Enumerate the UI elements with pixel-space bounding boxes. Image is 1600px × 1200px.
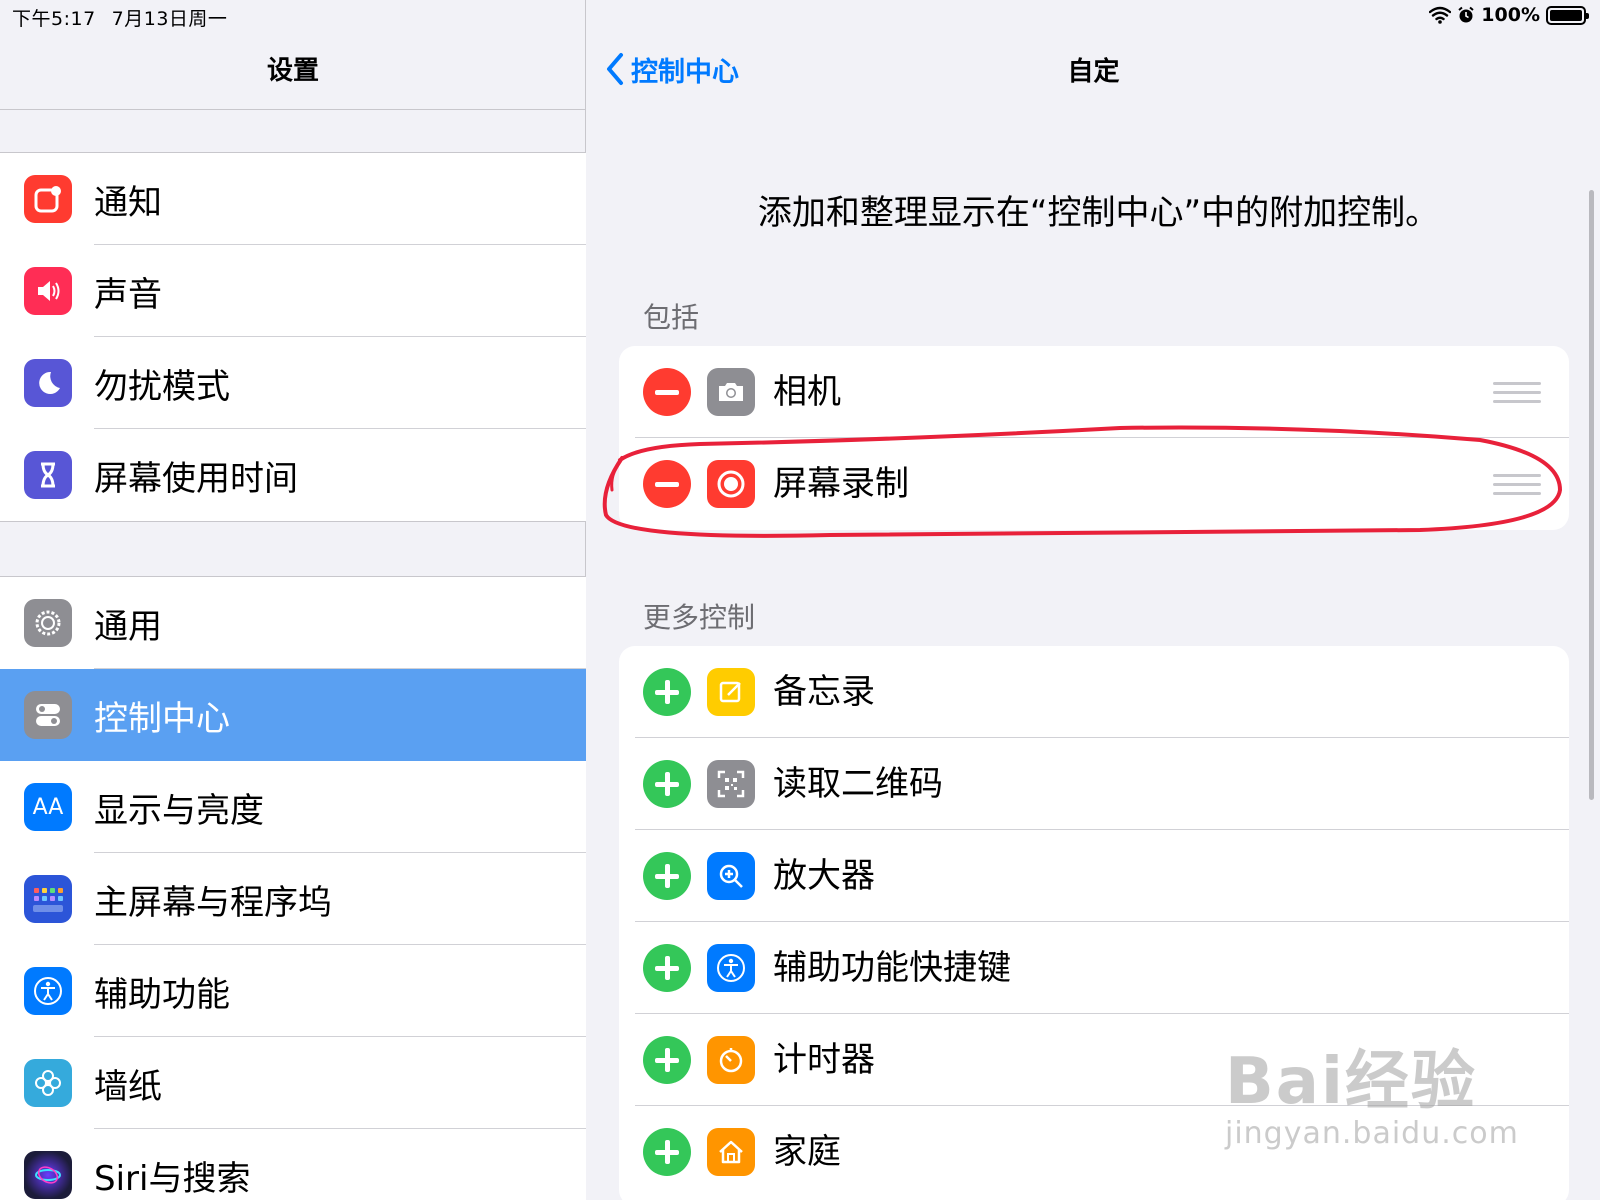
magnifier-icon <box>707 852 755 900</box>
sidebar-item-notifications[interactable]: 通知 <box>0 153 586 245</box>
included-section-header: 包括 <box>643 301 700 334</box>
control-label: 放大器 <box>773 856 875 896</box>
sidebar-item-label: 显示与亮度 <box>94 790 264 831</box>
control-label: 读取二维码 <box>773 764 943 804</box>
alarm-icon <box>1458 6 1474 23</box>
home-grid-icon <box>24 875 72 923</box>
sidebar-title: 设置 <box>266 56 319 86</box>
settings-sidebar: 设置 通知 声音 勿扰模式 屏幕使用时间 通用 控制中心 AA 显示与亮度 主屏… <box>0 0 586 1200</box>
minus-icon <box>655 481 679 487</box>
sidebar-item-siri[interactable]: Siri与搜索 <box>0 1129 586 1200</box>
status-time: 下午5:17 <box>12 8 96 30</box>
sidebar-group-1: 通知 声音 勿扰模式 屏幕使用时间 <box>0 152 586 522</box>
reorder-handle[interactable] <box>1493 474 1541 501</box>
control-label: 计时器 <box>773 1040 875 1080</box>
sidebar-item-control-center[interactable]: 控制中心 <box>0 669 586 761</box>
sidebar-item-general[interactable]: 通用 <box>0 577 586 669</box>
screen-record-icon <box>707 460 755 508</box>
add-button[interactable] <box>643 852 691 900</box>
aa-icon: AA <box>24 783 72 831</box>
moon-icon <box>24 359 72 407</box>
back-button-label: 控制中心 <box>631 56 739 88</box>
notifications-icon <box>24 175 72 223</box>
included-row-camera: 相机 <box>619 346 1569 438</box>
sidebar-header: 设置 <box>0 28 586 110</box>
more-row-timer: 计时器 <box>619 1014 1569 1106</box>
more-row-home: 家庭 <box>619 1106 1569 1198</box>
battery-percent: 100% <box>1481 4 1540 26</box>
siri-icon <box>24 1151 72 1199</box>
sidebar-item-label: 屏幕使用时间 <box>94 458 298 499</box>
sidebar-item-label: 勿扰模式 <box>94 366 230 407</box>
control-label: 辅助功能快捷键 <box>773 948 1011 988</box>
accessibility-icon <box>24 967 72 1015</box>
sidebar-item-label: 控制中心 <box>94 698 230 739</box>
remove-button[interactable] <box>643 368 691 416</box>
sidebar-item-label: 通用 <box>94 606 162 647</box>
control-label: 家庭 <box>773 1132 841 1172</box>
add-button[interactable] <box>643 760 691 808</box>
sidebar-item-label: 主屏幕与程序坞 <box>94 882 332 923</box>
sidebar-item-display[interactable]: AA 显示与亮度 <box>0 761 586 853</box>
wifi-icon <box>1429 6 1452 24</box>
more-row-qr-code: 读取二维码 <box>619 738 1569 830</box>
sidebar-item-label: 辅助功能 <box>94 974 230 1015</box>
sidebar-item-sounds[interactable]: 声音 <box>0 245 586 337</box>
more-row-magnifier: 放大器 <box>619 830 1569 922</box>
status-bar-left: 下午5:17 7月13日周一 <box>12 4 243 31</box>
remove-button[interactable] <box>643 460 691 508</box>
description-text: 添加和整理显示在“控制中心”中的附加控制。 <box>757 193 1440 233</box>
back-button[interactable]: 控制中心 <box>605 50 739 89</box>
sidebar-item-screen-time[interactable]: 屏幕使用时间 <box>0 429 586 521</box>
qr-code-icon <box>707 760 755 808</box>
sidebar-item-wallpaper[interactable]: 墙纸 <box>0 1037 586 1129</box>
sidebar-item-accessibility[interactable]: 辅助功能 <box>0 945 586 1037</box>
camera-icon <box>707 368 755 416</box>
chevron-left-icon <box>607 53 623 85</box>
timer-icon <box>707 1036 755 1084</box>
add-button[interactable] <box>643 944 691 992</box>
control-label: 屏幕录制 <box>773 464 909 504</box>
reorder-handle[interactable] <box>1493 382 1541 409</box>
add-button[interactable] <box>643 1128 691 1176</box>
more-controls-section-header: 更多控制 <box>643 601 756 634</box>
add-button[interactable] <box>643 668 691 716</box>
hourglass-icon <box>24 451 72 499</box>
sidebar-item-label: 墙纸 <box>94 1066 162 1107</box>
add-button[interactable] <box>643 1036 691 1084</box>
more-row-accessibility-shortcut: 辅助功能快捷键 <box>619 922 1569 1014</box>
accessibility-icon <box>707 944 755 992</box>
included-row-screen-recording: 屏幕录制 <box>619 438 1569 530</box>
sounds-icon <box>24 267 72 315</box>
sidebar-item-label: 声音 <box>94 274 162 315</box>
toggles-icon <box>24 691 72 739</box>
battery-icon <box>1546 5 1589 25</box>
control-label: 备忘录 <box>773 672 875 712</box>
sidebar-item-label: Siri与搜索 <box>94 1158 251 1199</box>
control-label: 相机 <box>773 372 841 412</box>
more-row-notes: 备忘录 <box>619 646 1569 738</box>
included-controls-list: 相机 屏幕录制 <box>619 346 1569 530</box>
home-icon <box>707 1128 755 1176</box>
more-controls-list: 备忘录 读取二维码 放大器 辅助功能快捷键 计时器 家庭 <box>619 646 1569 1200</box>
notes-icon <box>707 668 755 716</box>
sidebar-item-home-screen[interactable]: 主屏幕与程序坞 <box>0 853 586 945</box>
detail-pane: 控制中心 自定 添加和整理显示在“控制中心”中的附加控制。 包括 相机 屏幕录制… <box>587 0 1600 1200</box>
status-date: 7月13日周一 <box>111 8 228 30</box>
status-bar-right: 100% <box>1429 4 1589 26</box>
detail-nav-bar: 控制中心 自定 <box>587 28 1600 110</box>
minus-icon <box>655 389 679 395</box>
sidebar-item-label: 通知 <box>94 182 162 223</box>
scrollbar[interactable] <box>1589 190 1594 800</box>
sidebar-item-do-not-disturb[interactable]: 勿扰模式 <box>0 337 586 429</box>
sidebar-group-2: 通用 控制中心 AA 显示与亮度 主屏幕与程序坞 辅助功能 墙纸 Siri与搜索 <box>0 576 586 1200</box>
flower-icon <box>24 1059 72 1107</box>
gear-icon <box>24 599 72 647</box>
